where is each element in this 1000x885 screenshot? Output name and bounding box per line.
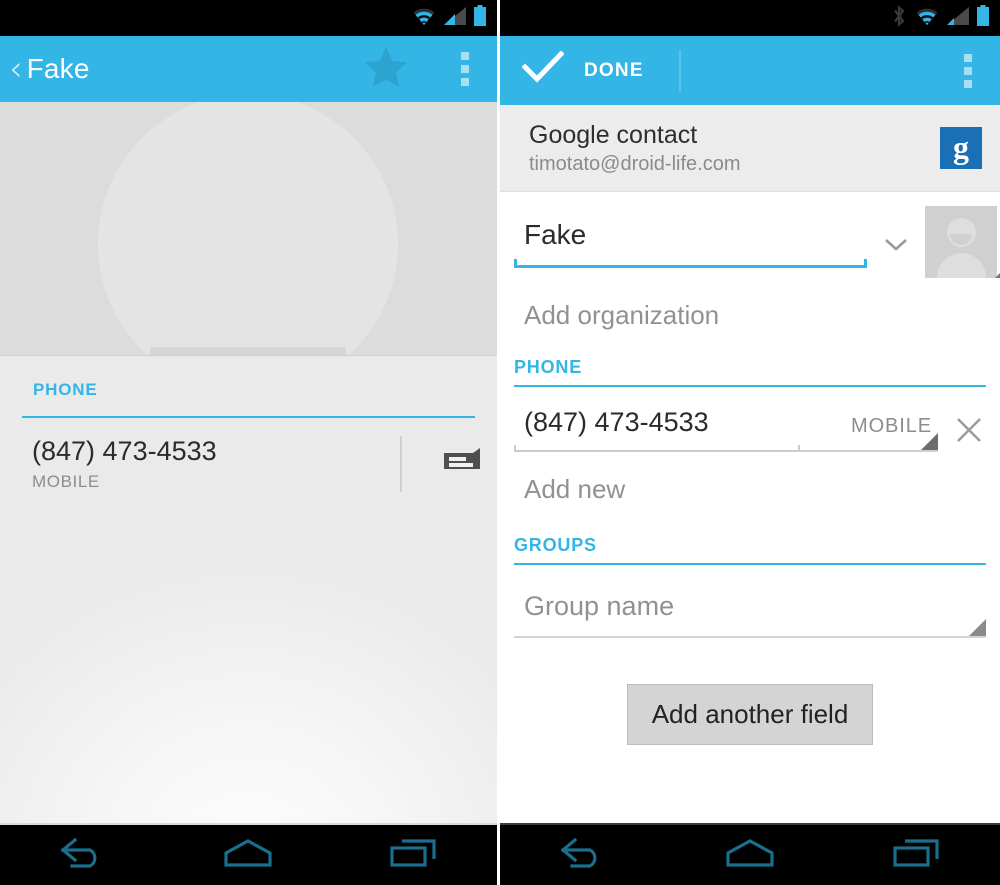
home-icon — [723, 837, 777, 874]
system-navigation-bar — [500, 823, 1000, 885]
phone-type-value: MOBILE — [851, 415, 932, 437]
system-navigation-bar — [0, 823, 497, 885]
phone-entry-texts: (847) 473-4533 MOBILE — [0, 436, 400, 492]
account-texts: Google contact timotato@droid-life.com — [529, 120, 940, 176]
group-name-underline — [514, 636, 986, 638]
nav-home-button[interactable] — [188, 824, 308, 885]
account-email: timotato@droid-life.com — [529, 153, 741, 175]
groups-section-divider — [514, 563, 986, 565]
name-underline — [514, 259, 867, 268]
phone-section-header: PHONE — [0, 356, 497, 408]
phone-type-label: MOBILE — [32, 472, 100, 492]
overflow-dot — [461, 78, 469, 86]
name-value: Fake — [524, 219, 587, 250]
phone-number: (847) 473-4533 — [32, 436, 217, 466]
star-icon[interactable] — [363, 45, 409, 94]
phone-entry-row[interactable]: (847) 473-4533 MOBILE — [0, 418, 497, 493]
phone-type-spinner[interactable]: MOBILE — [800, 397, 938, 452]
phone-add-new-placeholder: Add new — [524, 474, 626, 504]
overflow-menu-icon[interactable] — [445, 36, 485, 102]
avatar-picker-triangle-icon — [995, 254, 1000, 278]
phone-delete-button[interactable] — [938, 397, 1000, 450]
group-spinner-triangle-icon — [969, 619, 986, 636]
edit-form-body: Fake Add organization PHONE (847) 473-45… — [500, 192, 1000, 885]
phone-section-label: PHONE — [514, 357, 583, 377]
google-badge-icon: g — [940, 127, 982, 169]
account-header[interactable]: Google contact timotato@droid-life.com g — [500, 105, 1000, 192]
contact-detail-body: PHONE (847) 473-4533 MOBILE — [0, 356, 497, 885]
status-bar — [0, 0, 497, 36]
name-input[interactable]: Fake — [500, 206, 867, 268]
phone-number-input[interactable]: (847) 473-4533 — [500, 397, 800, 452]
account-type: Google contact — [529, 121, 698, 149]
phone-number-value: (847) 473-4533 — [524, 407, 709, 437]
nav-recents-button[interactable] — [354, 824, 474, 885]
add-another-field-wrap: Add another field — [500, 638, 1000, 745]
wifi-icon — [914, 6, 940, 31]
overflow-menu-icon[interactable] — [948, 38, 988, 104]
add-another-field-button[interactable]: Add another field — [626, 684, 874, 745]
close-icon — [954, 415, 984, 450]
overflow-dot — [461, 65, 469, 73]
sms-message-button[interactable] — [427, 447, 497, 482]
phone-number-underline — [514, 445, 800, 452]
avatar-body-shape — [937, 253, 986, 278]
contact-edit-screen: DONE Google contact timotato@droid-life.… — [500, 0, 1000, 885]
back-icon — [557, 837, 609, 874]
sms-message-icon — [442, 447, 482, 482]
action-bar: ‹ Fake — [0, 36, 497, 102]
name-expand-button[interactable] — [867, 206, 925, 259]
organization-placeholder: Add organization — [524, 300, 720, 330]
sms-separator — [400, 436, 402, 493]
nav-back-button[interactable] — [523, 824, 643, 885]
recents-icon — [389, 837, 439, 874]
home-icon — [221, 837, 275, 874]
groups-section-label: GROUPS — [514, 535, 597, 555]
contact-photo-placeholder[interactable] — [0, 102, 497, 356]
group-name-input[interactable]: Group name — [514, 583, 986, 638]
phone-section-label: PHONE — [33, 380, 98, 399]
cell-signal-icon — [444, 6, 466, 31]
spinner-triangle-icon — [921, 433, 938, 450]
nav-home-button[interactable] — [690, 824, 810, 885]
overflow-dot — [964, 79, 972, 88]
overflow-dot — [964, 53, 972, 62]
phone-add-new-input[interactable]: Add new — [500, 452, 1000, 529]
organization-input[interactable]: Add organization — [500, 278, 1000, 351]
recents-icon — [892, 837, 942, 874]
contact-avatar-placeholder[interactable] — [925, 206, 1000, 278]
page-title: Fake — [26, 53, 90, 84]
done-button[interactable]: DONE — [584, 60, 644, 82]
actionbar-divider — [678, 49, 681, 92]
photo-shoulders-shape — [150, 347, 346, 355]
group-name-placeholder: Group name — [524, 591, 675, 621]
overflow-dot — [964, 66, 972, 75]
battery-icon — [473, 4, 487, 32]
overflow-dot — [461, 52, 469, 60]
status-bar — [500, 0, 1000, 36]
photo-clip — [98, 102, 398, 355]
dual-screenshot-comparison: ‹ Fake PHONE (847) 473-4533 MOBILE DONE … — [0, 0, 1000, 885]
contact-view-screen: ‹ Fake PHONE (847) 473-4533 MOBILE — [0, 0, 497, 885]
phone-type-underline — [800, 450, 938, 452]
nav-back-button[interactable] — [23, 824, 143, 885]
action-bar: DONE — [500, 36, 1000, 105]
bluetooth-icon — [891, 4, 907, 32]
battery-icon — [976, 4, 990, 32]
nav-recents-button[interactable] — [857, 824, 977, 885]
phone-entry-row: (847) 473-4533 MOBILE — [500, 387, 1000, 452]
chevron-down-icon — [882, 236, 910, 259]
cell-signal-icon — [947, 6, 969, 31]
back-chevron-icon[interactable]: ‹ — [0, 52, 27, 86]
checkmark-icon[interactable] — [521, 50, 565, 90]
name-field-row: Fake — [500, 192, 1000, 278]
avatar-square — [925, 206, 997, 278]
wifi-icon — [411, 6, 437, 31]
back-icon — [57, 837, 109, 874]
